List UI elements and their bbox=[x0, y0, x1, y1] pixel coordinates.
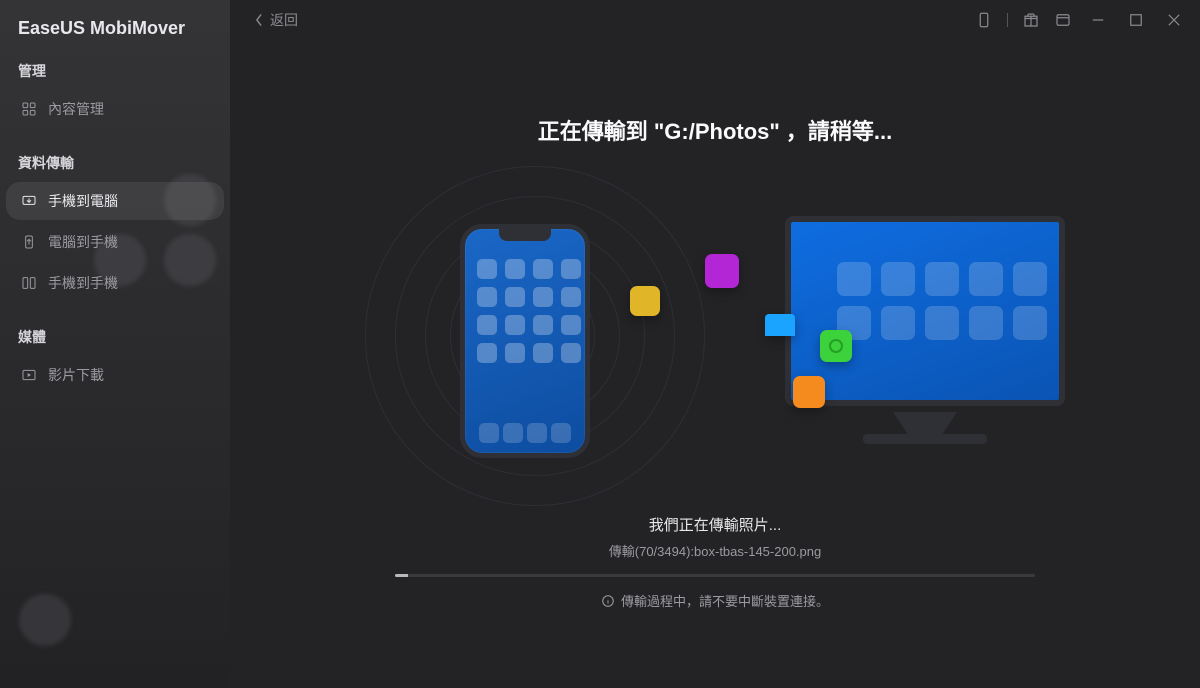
flying-tile-orange bbox=[793, 376, 825, 408]
warning-text: 傳輸過程中，請不要中斷裝置連接。 bbox=[621, 591, 829, 610]
sidebar-item-label: 電腦到手機 bbox=[48, 232, 118, 252]
monitor-stand bbox=[893, 412, 957, 436]
flying-tile-green bbox=[820, 330, 852, 362]
gift-icon[interactable] bbox=[1022, 11, 1040, 29]
sidebar: EaseUS MobiMover 管理 內容管理 資料傳輸 手機到電腦 電腦到手… bbox=[0, 0, 230, 688]
progress-bar bbox=[395, 574, 1035, 577]
flying-tile-yellow bbox=[630, 286, 660, 316]
status-block: 我們正在傳輸照片... 傳輸(70/3494):box-tbas-145-200… bbox=[230, 514, 1200, 610]
phone-illustration bbox=[460, 224, 590, 458]
titlebar-actions bbox=[975, 11, 1186, 29]
sidebar-item-label: 內容管理 bbox=[48, 99, 104, 119]
device-icon[interactable] bbox=[975, 11, 993, 29]
progress-fill bbox=[395, 574, 408, 577]
back-button[interactable]: 返回 bbox=[254, 10, 298, 30]
sidebar-item-phone-to-pc[interactable]: 手機到電腦 bbox=[6, 182, 224, 220]
status-detail: 傳輸(70/3494):box-tbas-145-200.png bbox=[230, 541, 1200, 560]
sidebar-item-label: 影片下載 bbox=[48, 365, 104, 385]
transfer-graphic bbox=[365, 206, 1065, 466]
main-panel: 返回 正在傳輸到 "G:/Photos" ，請稍等... bbox=[230, 0, 1200, 688]
minimize-button[interactable] bbox=[1086, 11, 1110, 29]
back-label: 返回 bbox=[270, 10, 298, 30]
menu-icon[interactable] bbox=[1054, 11, 1072, 29]
section-manage: 管理 bbox=[0, 39, 230, 87]
separator bbox=[1007, 13, 1008, 27]
flying-tile-purple bbox=[705, 254, 739, 288]
transfer-headline: 正在傳輸到 "G:/Photos" ，請稍等... bbox=[230, 114, 1200, 146]
titlebar: 返回 bbox=[230, 0, 1200, 40]
grid-icon bbox=[20, 100, 38, 118]
phone-to-phone-icon bbox=[20, 274, 38, 292]
section-transfer: 資料傳輸 bbox=[0, 131, 230, 179]
warning-row: 傳輸過程中，請不要中斷裝置連接。 bbox=[230, 591, 1200, 610]
maximize-button[interactable] bbox=[1124, 11, 1148, 29]
status-title: 我們正在傳輸照片... bbox=[230, 514, 1200, 535]
close-button[interactable] bbox=[1162, 11, 1186, 29]
phone-to-pc-icon bbox=[20, 192, 38, 210]
pc-to-phone-icon bbox=[20, 233, 38, 251]
info-icon bbox=[601, 594, 615, 608]
monitor-illustration bbox=[785, 216, 1065, 406]
sidebar-item-pc-to-phone[interactable]: 電腦到手機 bbox=[6, 223, 224, 261]
chevron-left-icon bbox=[254, 13, 264, 27]
app-brand: EaseUS MobiMover bbox=[0, 0, 230, 39]
monitor-base bbox=[863, 434, 987, 444]
sidebar-item-label: 手機到電腦 bbox=[48, 191, 118, 211]
flying-tile-blue bbox=[765, 314, 795, 336]
video-download-icon bbox=[20, 366, 38, 384]
sidebar-item-content-manage[interactable]: 內容管理 bbox=[6, 90, 224, 128]
sidebar-item-phone-to-phone[interactable]: 手機到手機 bbox=[6, 264, 224, 302]
content: 正在傳輸到 "G:/Photos" ，請稍等... 我們正在傳輸照片... bbox=[230, 40, 1200, 688]
section-media: 媒體 bbox=[0, 305, 230, 353]
sidebar-item-video-download[interactable]: 影片下載 bbox=[6, 356, 224, 394]
sidebar-item-label: 手機到手機 bbox=[48, 273, 118, 293]
